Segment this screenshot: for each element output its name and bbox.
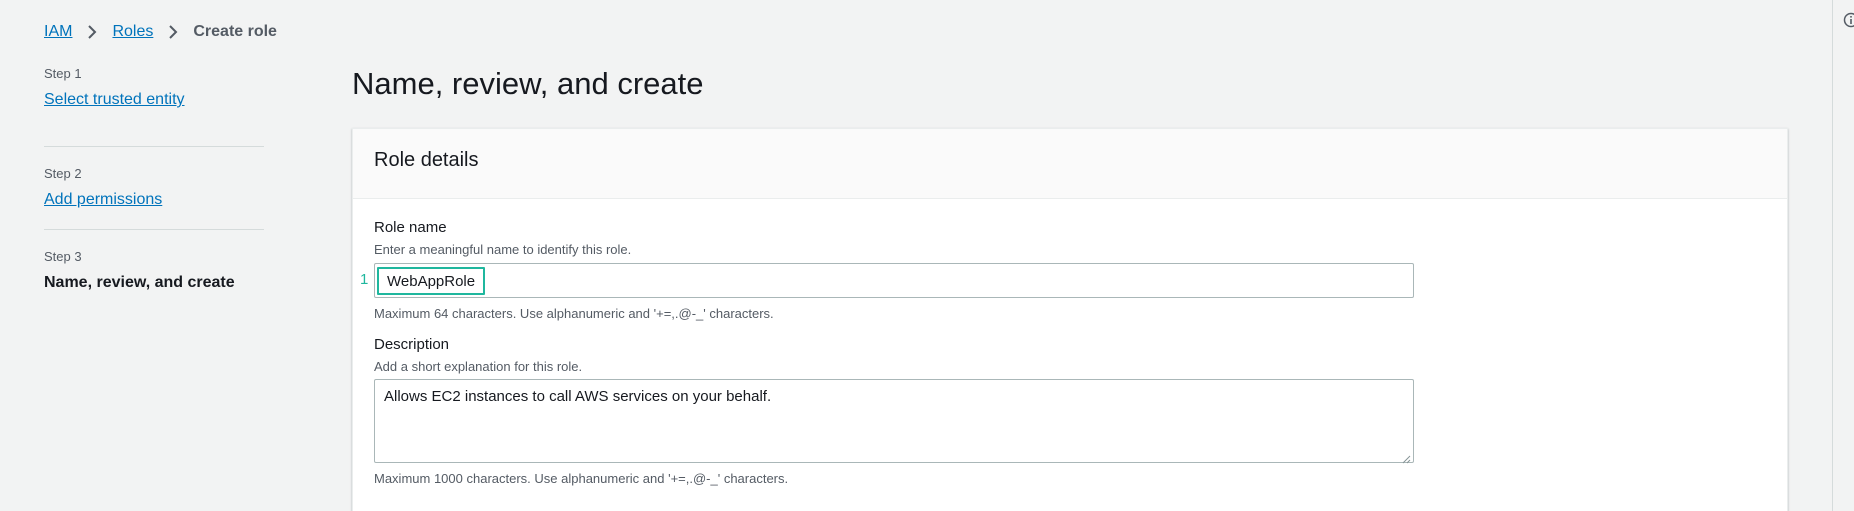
step-number: Step 3 [44, 249, 82, 264]
wizard-step-1: Step 1 Select trusted entity [44, 64, 264, 147]
step-link-add-permissions[interactable]: Add permissions [44, 191, 162, 209]
step-current-label: Name, review, and create [44, 274, 235, 291]
step-link-select-trusted-entity[interactable]: Select trusted entity [44, 91, 185, 109]
role-name-description: Enter a meaningful name to identify this… [374, 242, 632, 257]
step-number: Step 2 [44, 166, 82, 181]
role-name-label-group: Role name Enter a meaningful name to ide… [374, 219, 631, 258]
resize-grip-icon[interactable] [1402, 451, 1411, 464]
description-helper: Add a short explanation for this role. [374, 359, 583, 374]
wizard-steps-nav: Step 1 Select trusted entity Step 2 Add … [44, 64, 264, 313]
role-name-label: Role name [374, 219, 447, 236]
create-role-page: IAM Roles Create role Step 1 Select trus… [0, 0, 1854, 511]
page-title: Name, review, and create [352, 66, 704, 101]
role-name-input[interactable]: WebAppRole [374, 263, 1414, 298]
tools-panel-divider [1832, 0, 1833, 511]
wizard-step-2: Step 2 Add permissions [44, 147, 264, 230]
chevron-right-icon [85, 25, 99, 39]
breadcrumb-link-iam[interactable]: IAM [44, 23, 72, 41]
info-icon[interactable] [1843, 12, 1854, 28]
description-constraint: Maximum 1000 characters. Use alphanumeri… [374, 471, 789, 486]
role-details-panel: Role details Role name Enter a meaningfu… [352, 128, 1788, 511]
role-name-constraint: Maximum 64 characters. Use alphanumeric … [374, 306, 774, 321]
chevron-right-icon [166, 25, 180, 39]
wizard-step-3: Step 3 Name, review, and create [44, 230, 264, 313]
description-label: Description [374, 336, 450, 353]
description-value: Allows EC2 instances to call AWS service… [384, 388, 772, 405]
description-textarea[interactable]: Allows EC2 instances to call AWS service… [374, 379, 1414, 464]
description-label-group: Description Add a short explanation for … [374, 336, 582, 375]
breadcrumb-link-roles[interactable]: Roles [112, 23, 153, 41]
role-name-value[interactable]: WebAppRole [377, 267, 485, 295]
field-marker: 1 [360, 271, 369, 288]
panel-heading: Role details [353, 129, 1787, 199]
step-number: Step 1 [44, 66, 82, 81]
breadcrumb: IAM Roles Create role [44, 20, 277, 44]
breadcrumb-current: Create role [193, 23, 277, 40]
